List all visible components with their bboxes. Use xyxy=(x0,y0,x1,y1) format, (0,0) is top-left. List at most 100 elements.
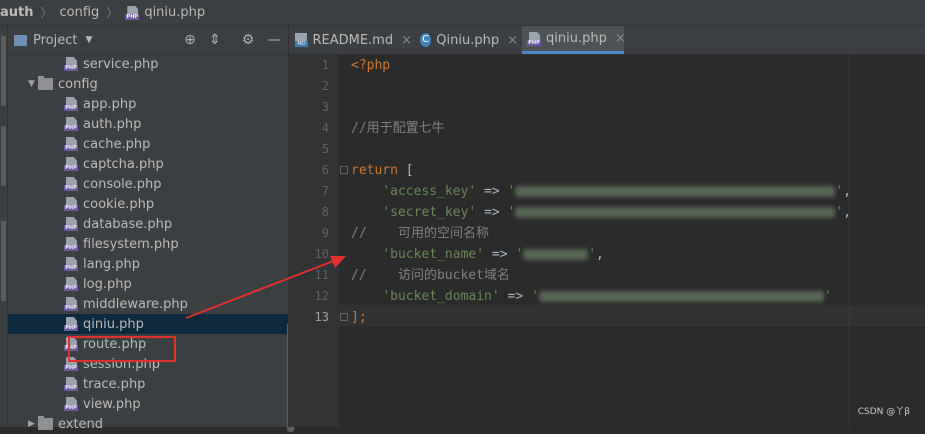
redacted-value xyxy=(515,186,836,197)
redacted-value xyxy=(523,249,589,260)
tree-item-label: console.php xyxy=(83,176,162,192)
code-line-1: <?php xyxy=(351,58,391,73)
folder-icon xyxy=(38,76,53,90)
tree-item-label: route.php xyxy=(83,336,147,352)
line-number: 12 xyxy=(314,289,329,303)
tree-item-label: app.php xyxy=(83,96,137,112)
tree-item-label: lang.php xyxy=(83,256,140,272)
tab-label: qiniu.php xyxy=(546,31,607,46)
current-line-highlight xyxy=(339,305,925,326)
chevron-down-icon: ▼ xyxy=(85,35,93,45)
hide-panel-icon[interactable]: — xyxy=(264,30,284,50)
code-line-8: 'secret_key' => ' ', xyxy=(382,205,852,220)
code-line-7: 'access_key' => ' ', xyxy=(382,184,852,199)
breadcrumb-item-config[interactable]: config xyxy=(60,5,100,20)
tree-item-label: config xyxy=(58,76,98,92)
project-panel-header: Project ▼ ⊕ ⇕ ⚙ — xyxy=(8,26,288,55)
fold-marker[interactable] xyxy=(340,166,348,174)
code-line-6: return [ xyxy=(351,163,414,178)
class-icon: C xyxy=(420,33,432,47)
php-file-icon: PHP xyxy=(125,5,140,20)
chevron-right-icon: 〉 xyxy=(106,6,119,20)
php-file-icon: PHP xyxy=(64,357,78,371)
expand-arrow-icon[interactable]: ▼ xyxy=(28,79,38,89)
close-icon[interactable]: × xyxy=(615,31,626,46)
tab-qiniu-config[interactable]: PHP qiniu.php × xyxy=(522,26,626,54)
php-file-icon: PHP xyxy=(64,257,78,271)
line-number-gutter: 1 2 3 4 5 6 7 8 9 10 11 12 13 xyxy=(289,55,339,427)
tree-item-label: view.php xyxy=(83,396,141,412)
line-number: 10 xyxy=(314,247,329,261)
line-number: 7 xyxy=(321,184,329,198)
folder-icon xyxy=(38,416,53,430)
tree-item-label: cookie.php xyxy=(83,196,155,212)
right-margin-guide xyxy=(849,55,850,427)
project-panel-title: Project xyxy=(33,32,78,48)
tab-label: Qiniu.php xyxy=(436,32,500,48)
php-file-icon: PHP xyxy=(64,317,78,331)
gear-icon[interactable]: ⚙ xyxy=(238,30,258,50)
fold-marker[interactable] xyxy=(340,313,348,321)
collapse-all-icon[interactable]: ⇕ xyxy=(205,30,225,50)
php-file-icon: PHP xyxy=(64,177,78,191)
project-view-selector[interactable]: Project ▼ xyxy=(14,33,92,48)
tree-item-label: captcha.php xyxy=(83,156,164,172)
breadcrumb-file-label: qiniu.php xyxy=(144,5,206,20)
project-panel: Project ▼ ⊕ ⇕ ⚙ — PHP service.php ▼ config P… xyxy=(8,26,344,432)
php-file-icon: PHP xyxy=(64,137,78,151)
code-line-12: 'bucket_domain' => ' ' xyxy=(382,289,832,304)
editor-tab-bar: MD README.md × C Qiniu.php × PHP qiniu.p… xyxy=(289,26,925,55)
line-number: 8 xyxy=(321,205,329,219)
project-icon xyxy=(14,34,27,46)
php-file-icon: PHP xyxy=(64,377,78,391)
redacted-value xyxy=(515,207,836,218)
close-icon[interactable]: × xyxy=(507,33,518,48)
close-icon[interactable]: × xyxy=(401,33,412,48)
line-number: 4 xyxy=(321,121,329,135)
tree-folder[interactable]: ▼ config xyxy=(8,74,308,94)
tree-item-label: extend xyxy=(58,416,104,432)
php-file-icon: PHP xyxy=(64,277,78,291)
watermark: CSDN @丫β xyxy=(857,407,910,417)
php-file-icon: PHP xyxy=(64,117,78,131)
tool-window-stripe-structure[interactable] xyxy=(1,126,6,186)
php-file-icon: PHP xyxy=(64,337,78,351)
line-number: 13 xyxy=(314,310,329,324)
php-file-icon: PHP xyxy=(64,57,78,71)
locate-file-icon[interactable]: ⊕ xyxy=(180,30,200,50)
tree-item-label: session.php xyxy=(83,356,160,372)
code-line-13: ]; xyxy=(351,310,367,325)
collapse-arrow-icon[interactable]: ▶ xyxy=(28,419,38,429)
php-icon: PHP xyxy=(527,31,541,46)
tab-readme[interactable]: MD README.md × xyxy=(295,26,412,54)
tree-item-label: service.php xyxy=(83,56,159,72)
redacted-value xyxy=(538,291,824,302)
tree-item-label: middleware.php xyxy=(83,296,188,312)
tree-item-label: trace.php xyxy=(83,376,146,392)
php-file-icon: PHP xyxy=(64,237,78,251)
php-file-icon: PHP xyxy=(64,157,78,171)
code-line-10: 'bucket_name' => ' ', xyxy=(382,247,604,262)
breadcrumb-item-file[interactable]: PHP qiniu.php xyxy=(125,5,205,20)
breadcrumb-item-auth[interactable]: auth xyxy=(0,5,34,20)
code-line-11: // 访问的bucket域名 xyxy=(351,268,510,283)
tree-folder[interactable]: ▶ extend xyxy=(8,414,308,434)
php-file-icon: PHP xyxy=(64,217,78,231)
code-line-9: // 可用的空间名称 xyxy=(351,226,489,241)
tab-qiniu-class[interactable]: C Qiniu.php × xyxy=(420,26,518,54)
line-number: 11 xyxy=(314,268,329,282)
php-file-icon: PHP xyxy=(64,97,78,111)
tool-window-stripe-project[interactable] xyxy=(1,36,6,106)
tree-item-label: database.php xyxy=(83,216,173,232)
tool-window-stripe-favorites[interactable] xyxy=(1,221,6,301)
chevron-right-icon: 〉 xyxy=(40,6,53,20)
code-editor[interactable]: 1 2 3 4 5 6 7 8 9 10 11 12 13 <?php //用于配置七牛 return … xyxy=(289,55,925,427)
line-number: 1 xyxy=(321,58,329,72)
tab-label: README.md xyxy=(312,32,394,48)
php-file-icon: PHP xyxy=(64,397,78,411)
tree-item-label: log.php xyxy=(83,276,132,292)
line-number: 9 xyxy=(321,226,329,240)
markdown-icon: MD xyxy=(295,33,308,47)
tree-item-label: auth.php xyxy=(83,116,142,132)
php-file-icon: PHP xyxy=(64,197,78,211)
